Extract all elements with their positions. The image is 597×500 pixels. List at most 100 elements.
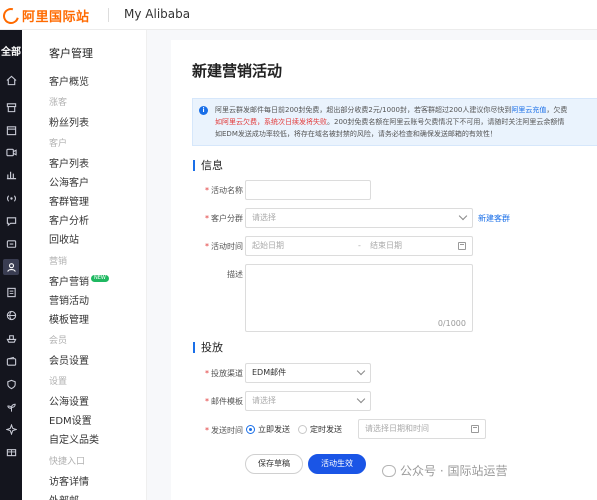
menu-item-customer-marketing[interactable]: 客户营销 NEW [49, 273, 109, 288]
desc-counter: 0/1000 [437, 319, 466, 328]
chevron-down-icon [356, 394, 366, 404]
channel-value: EDM邮件 [252, 368, 287, 377]
menu-item-overview[interactable]: 客户概览 [49, 73, 89, 88]
template-placeholder: 请选择 [252, 396, 276, 405]
shield-icon[interactable] [3, 376, 19, 392]
watermark-text: 公众号 · 国际站运营 [400, 464, 508, 478]
broadcast-icon[interactable] [3, 190, 19, 206]
send-time-label: * 发送时间 [205, 426, 243, 435]
notice-line1-tail: ，欠费 [546, 106, 568, 114]
chart-icon[interactable] [3, 166, 19, 182]
send-now-label: 立即发送 [258, 425, 290, 434]
send-now-radio[interactable]: 立即发送 [246, 424, 290, 435]
template-label: * 邮件模板 [205, 397, 243, 406]
end-date-placeholder[interactable]: 结束日期 [370, 237, 402, 255]
menu-item-marketing-activity[interactable]: 营销活动 [49, 292, 89, 307]
menu-item-customer-group[interactable]: 客群管理 [49, 193, 89, 208]
channel-select[interactable]: EDM邮件 [245, 363, 371, 383]
section-info: 信息 [193, 160, 223, 171]
desc-label: 描述 [227, 270, 243, 279]
menu-item-customer-analysis[interactable]: 客户分析 [49, 212, 89, 227]
template-select[interactable]: 请选择 [245, 391, 371, 411]
wechat-icon [382, 464, 396, 477]
rail-all-button[interactable]: 全部 [0, 42, 22, 64]
activity-time-label: * 活动时间 [205, 242, 243, 251]
menu-title: 客户管理 [49, 47, 93, 60]
globe-icon[interactable] [3, 307, 19, 323]
datetime-picker[interactable]: 请选择日期和时间 [358, 419, 486, 439]
start-date-placeholder[interactable]: 起始日期 [252, 241, 284, 250]
chevron-down-icon [356, 366, 366, 376]
store-icon[interactable] [3, 99, 19, 115]
top-bar: 阿里国际站 My Alibaba [0, 0, 597, 30]
my-alibaba-title[interactable]: My Alibaba [124, 7, 190, 21]
save-draft-button[interactable]: 保存草稿 [245, 454, 303, 474]
gift-icon[interactable] [3, 443, 19, 459]
divider [108, 8, 109, 22]
customer-group-label: * 客户分群 [205, 214, 243, 223]
menu-item-fans-list[interactable]: 粉丝列表 [49, 114, 89, 129]
new-group-link[interactable]: 新建客群 [478, 213, 510, 224]
video-icon[interactable] [3, 144, 19, 160]
menu-group-fans: 涨客 [49, 98, 68, 108]
main-area: 新建营销活动 i 阿里云群发邮件每日前200封免费，超出部分收费2元/1000封… [147, 30, 597, 500]
ship-icon[interactable] [3, 330, 19, 346]
alibaba-logo[interactable]: 阿里国际站 [0, 4, 90, 27]
star-icon[interactable] [3, 421, 19, 437]
new-badge: NEW [91, 275, 109, 282]
info-icon: i [199, 106, 208, 115]
menu-item-public-settings[interactable]: 公海设置 [49, 393, 89, 408]
menu-item-public-customer[interactable]: 公海客户 [49, 174, 89, 189]
menu-item-customer-list[interactable]: 客户列表 [49, 155, 89, 170]
customer-group-select[interactable]: 请选择 [245, 208, 473, 228]
page-title: 新建营销活动 [192, 62, 283, 80]
notice-text: 阿里云群发邮件每日前200封免费，超出部分收费2元/1000封，若客群超过200… [215, 104, 597, 140]
recharge-link[interactable]: 阿里云充值 [511, 106, 546, 114]
icon-rail: 全部 [0, 30, 22, 500]
home-icon[interactable] [3, 72, 19, 88]
activity-name-input[interactable] [245, 180, 371, 200]
notice-warning: 如阿里云欠费，系统次日续发将失败 [215, 118, 327, 126]
menu-item-label: 客户营销 [49, 277, 89, 288]
datetime-placeholder: 请选择日期和时间 [365, 424, 429, 433]
chevron-down-icon [458, 211, 468, 221]
notice-banner: i 阿里云群发邮件每日前200封免费，超出部分收费2元/1000封，若客群超过2… [192, 98, 597, 146]
send-scheduled-label: 定时发送 [310, 425, 342, 434]
send-scheduled-radio[interactable]: 定时发送 [298, 424, 342, 435]
wallet-icon[interactable] [3, 353, 19, 369]
form-card: 新建营销活动 i 阿里云群发邮件每日前200封免费，超出部分收费2元/1000封… [171, 40, 597, 500]
section-delivery: 投放 [193, 342, 223, 353]
sprout-icon[interactable] [3, 399, 19, 415]
calendar-icon[interactable] [3, 122, 19, 138]
menu-group-customer: 客户 [49, 139, 68, 149]
menu-item-more[interactable]: 外部邮 [49, 492, 79, 500]
message-icon-2[interactable] [3, 236, 19, 252]
side-menu: 客户管理 客户概览 涨客 粉丝列表 客户 客户列表 公海客户 客群管理 客户分析… [22, 30, 147, 500]
menu-item-template-manage[interactable]: 模板管理 [49, 311, 89, 326]
activity-time-range[interactable]: 起始日期 - 结束日期 [245, 236, 473, 256]
date-separator: - [358, 241, 361, 250]
radio-unchecked-icon [298, 425, 307, 434]
logo-text: 阿里国际站 [22, 10, 90, 25]
menu-item-edm-settings[interactable]: EDM设置 [49, 412, 92, 427]
watermark: 公众号 · 国际站运营 [382, 462, 507, 479]
alibaba-logo-icon [0, 4, 22, 27]
activate-button[interactable]: 活动生效 [308, 454, 366, 474]
menu-group-member: 会员 [49, 336, 68, 346]
menu-group-settings: 设置 [49, 377, 68, 387]
menu-item-member-settings[interactable]: 会员设置 [49, 352, 89, 367]
message-icon[interactable] [3, 213, 19, 229]
users-icon[interactable] [3, 259, 19, 275]
radio-checked-icon [246, 425, 255, 434]
menu-item-custom-category[interactable]: 自定义品类 [49, 431, 99, 446]
activity-name-label: * 活动名称 [205, 186, 243, 195]
notice-line3: 如EDM发送成功率较低，将存在域名被封禁的风险，请务必检查和确保发送邮箱的有效性… [215, 130, 497, 138]
menu-group-quick: 快捷入口 [49, 457, 86, 467]
customer-group-placeholder: 请选择 [252, 213, 276, 222]
menu-item-recycle-bin[interactable]: 回收站 [49, 231, 79, 246]
desc-textarea[interactable]: 0/1000 [245, 264, 473, 332]
document-icon[interactable] [3, 284, 19, 300]
menu-item-visitor-detail[interactable]: 访客详情 [49, 473, 89, 488]
channel-label: * 投放渠道 [205, 369, 243, 378]
notice-line1: 阿里云群发邮件每日前200封免费，超出部分收费2元/1000封，若客群超过200… [215, 106, 512, 114]
